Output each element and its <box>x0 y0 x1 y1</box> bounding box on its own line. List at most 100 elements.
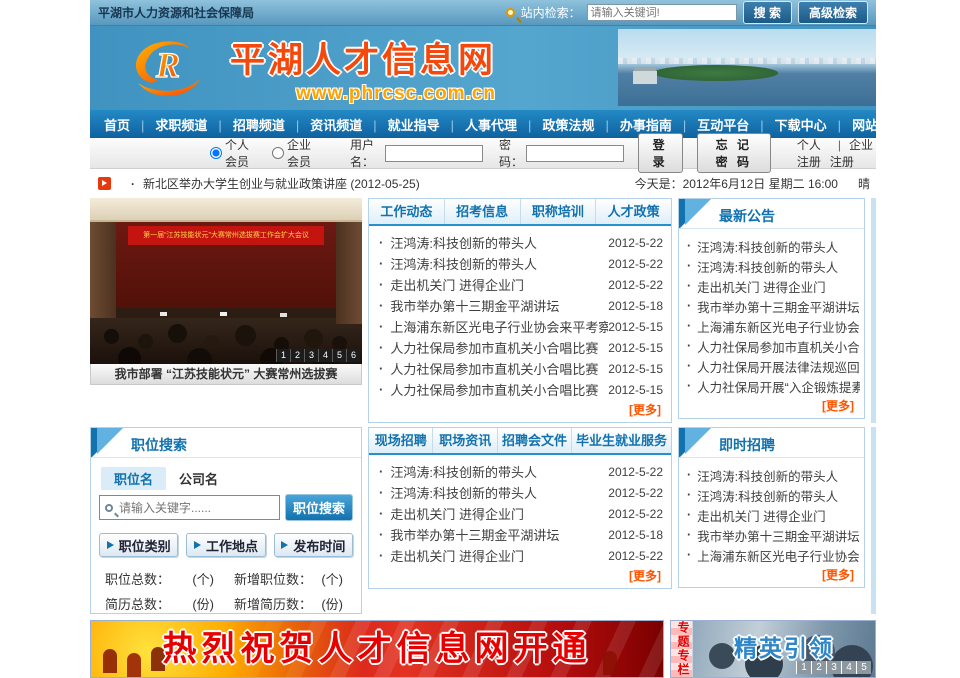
banner-page-button[interactable]: 5 <box>856 661 871 674</box>
date-info: 今天是：2012年6月12日 星期二 16:00 晴 <box>635 175 870 192</box>
username-field[interactable] <box>385 145 483 162</box>
news-item: 走出机关门 进得企业门 2012-5-22 <box>379 274 663 295</box>
news-title-link[interactable]: 人力社保局参加市直机关小合唱比赛 <box>390 338 608 357</box>
news-title-link[interactable]: 走出机关门 进得企业门 <box>390 504 608 523</box>
site-url: www.phrcsc.com.cn <box>230 83 496 105</box>
more-link[interactable]: [更多] <box>679 565 864 587</box>
filter-button[interactable]: 发布时间 <box>274 533 353 557</box>
site-title: 平湖人才信息网 <box>230 32 496 83</box>
nav-item[interactable]: 人事代理 <box>440 115 517 134</box>
more-link[interactable]: [更多] <box>369 566 671 588</box>
photo-papers <box>160 312 167 316</box>
news-date: 2012-5-15 <box>608 320 663 334</box>
notice-item-link[interactable]: 汪鸿涛:科技创新的带头人 <box>687 236 860 256</box>
content-row-1: 第一届“江苏技能状元”大赛常州选拔赛工作会扩大会议 123456 我市部署 “江… <box>90 198 876 423</box>
instant-item-link[interactable]: 上海浦东新区光电子行业协会来平考 <box>687 545 860 565</box>
stat-label: 简历总数： <box>105 594 170 613</box>
news-title-link[interactable]: 汪鸿涛:科技创新的带头人 <box>390 483 608 502</box>
instant-item-link[interactable]: 汪鸿涛:科技创新的带头人 <box>687 485 860 505</box>
advanced-search-button[interactable]: 高级检索 <box>798 1 868 24</box>
news-item: 人力社保局参加市直机关小合唱比赛 2012-5-15 <box>379 358 663 379</box>
news-title-link[interactable]: 我市举办第十三期金平湖讲坛 <box>390 525 608 544</box>
nav-item[interactable]: 政策法规 <box>517 115 594 134</box>
more-link[interactable]: [更多] <box>369 400 671 422</box>
nav-item[interactable]: 求职频道 <box>130 115 207 134</box>
nav-item[interactable]: 招聘频道 <box>207 115 284 134</box>
nav-item[interactable]: 就业指导 <box>362 115 439 134</box>
tab[interactable]: 招考信息 <box>445 199 521 224</box>
tab[interactable]: 人才政策 <box>596 199 671 224</box>
slideshow-page-button[interactable]: 3 <box>304 349 318 362</box>
nav-item[interactable]: 办事指南 <box>594 115 671 134</box>
filter-button[interactable]: 职位类别 <box>99 533 178 557</box>
tab-company-name[interactable]: 公司名 <box>166 467 231 490</box>
news-title-link[interactable]: 汪鸿涛:科技创新的带头人 <box>390 254 608 273</box>
notice-item-link[interactable]: 人力社保局参加市直机关小合唱比赛 <box>687 336 860 356</box>
news-title-link[interactable]: 汪鸿涛:科技创新的带头人 <box>390 462 608 481</box>
news-item: 走出机关门 进得企业门 2012-5-22 <box>379 503 663 524</box>
slideshow-page-button[interactable]: 4 <box>318 349 332 362</box>
tab[interactable]: 职称培训 <box>521 199 597 224</box>
instant-item-link[interactable]: 走出机关门 进得企业门 <box>687 505 860 525</box>
news-item: 汪鸿涛:科技创新的带头人 2012-5-22 <box>379 461 663 482</box>
notice-item-link[interactable]: 走出机关门 进得企业门 <box>687 276 860 296</box>
company-register-link[interactable]: 企业注册 <box>830 136 876 170</box>
nav-item[interactable]: 资讯频道 <box>285 115 362 134</box>
more-link[interactable]: [更多] <box>679 396 864 418</box>
elite-banner-photo[interactable]: 精英引领 12345 <box>693 621 875 677</box>
news-title-link[interactable]: 走出机关门 进得企业门 <box>390 546 608 565</box>
banner-page-button[interactable]: 3 <box>826 661 841 674</box>
news-title-link[interactable]: 汪鸿涛:科技创新的带头人 <box>390 233 608 252</box>
celebration-banner[interactable]: 热烈祝贺人才信息网开通 <box>90 620 664 678</box>
instant-item-link[interactable]: 汪鸿涛:科技创新的带头人 <box>687 465 860 485</box>
tab[interactable]: 现场招聘 <box>369 428 433 453</box>
celebration-banner-text: 热烈祝贺人才信息网开通 <box>91 621 663 677</box>
tab[interactable]: 招聘会文件 <box>498 428 572 453</box>
slideshow-page-button[interactable]: 2 <box>290 349 304 362</box>
announcement-link[interactable]: 新北区举办大学生创业与就业政策讲座 (2012-05-25) <box>131 175 420 192</box>
news-date: 2012-5-15 <box>608 341 663 355</box>
news-title-link[interactable]: 我市举办第十三期金平湖讲坛 <box>390 296 608 315</box>
slideshow-page-button[interactable]: 5 <box>332 349 346 362</box>
search-button[interactable]: 搜 索 <box>743 1 792 24</box>
news-title-link[interactable]: 人力社保局参加市直机关小合唱比赛 <box>390 359 608 378</box>
forgot-password-button[interactable]: 忘 记 密 码 <box>697 133 771 173</box>
news-title-link[interactable]: 上海浦东新区光电子行业协会来平考察 <box>390 317 608 336</box>
personal-member-radio[interactable] <box>210 147 222 159</box>
notice-item-link[interactable]: 汪鸿涛:科技创新的带头人 <box>687 256 860 276</box>
news-title-link[interactable]: 走出机关门 进得企业门 <box>390 275 608 294</box>
notice-item-link[interactable]: 上海浦东新区光电子行业协会来平考 <box>687 316 860 336</box>
nav-item[interactable]: 互动平台 <box>672 115 749 134</box>
job-keyword-field-wrap <box>99 495 280 520</box>
tab-position-name[interactable]: 职位名 <box>101 467 166 490</box>
notice-item-link[interactable]: 人力社保局开展法律法规巡回培训 <box>687 356 860 376</box>
news-title-link[interactable]: 人力社保局参加市直机关小合唱比赛 <box>390 380 608 399</box>
nav-item[interactable]: 网站地图 <box>827 115 904 134</box>
slideshow-page-button[interactable]: 1 <box>276 349 290 362</box>
slideshow-caption[interactable]: 我市部署 “江苏技能状元” 大赛常州选拔赛 <box>90 364 362 385</box>
login-button[interactable]: 登 录 <box>638 133 683 173</box>
banner-page-button[interactable]: 2 <box>811 661 826 674</box>
tab[interactable]: 职场资讯 <box>433 428 497 453</box>
special-column-label[interactable]: 专题专栏 <box>671 621 693 677</box>
password-field[interactable] <box>526 145 624 162</box>
notice-item-link[interactable]: 人力社保局开展“入企锻炼提素质” <box>687 376 860 396</box>
site-search-input[interactable] <box>587 4 737 21</box>
nav-item[interactable]: 首页 <box>104 115 130 134</box>
stat-value: (个) <box>321 569 343 588</box>
tab[interactable]: 工作动态 <box>369 199 445 224</box>
news-date: 2012-5-22 <box>608 486 663 500</box>
slideshow-page-button[interactable]: 6 <box>346 349 360 362</box>
slideshow-photo[interactable]: 第一届“江苏技能状元”大赛常州选拔赛工作会扩大会议 123456 <box>90 198 362 364</box>
notice-item-link[interactable]: 我市举办第十三期金平湖讲坛 <box>687 296 860 316</box>
tab[interactable]: 毕业生就业服务 <box>572 428 671 453</box>
job-search-button[interactable]: 职位搜索 <box>285 494 353 521</box>
banner-page-button[interactable]: 4 <box>841 661 856 674</box>
job-keyword-input[interactable] <box>119 501 279 515</box>
nav-item[interactable]: 下载中心 <box>749 115 826 134</box>
banner-page-button[interactable]: 1 <box>796 661 811 674</box>
filter-button[interactable]: 工作地点 <box>186 533 265 557</box>
instant-item-link[interactable]: 我市举办第十三期金平湖讲坛 <box>687 525 860 545</box>
personal-register-link[interactable]: 个人注册 <box>797 136 830 170</box>
company-member-radio[interactable] <box>272 147 284 159</box>
